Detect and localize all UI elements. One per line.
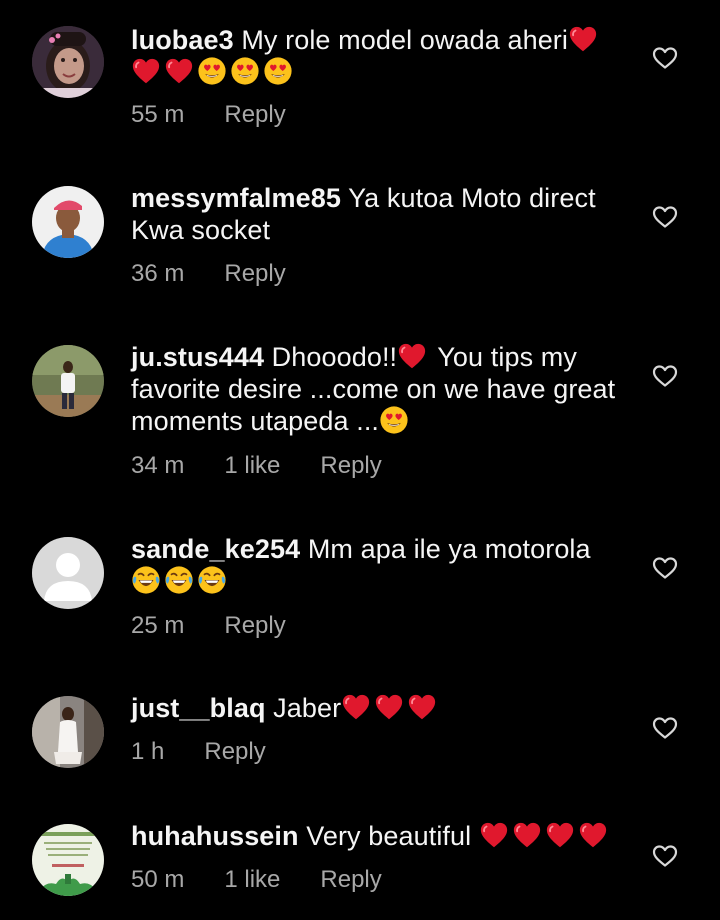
comment-timestamp: 34 m bbox=[131, 452, 185, 479]
comment-body: Mm apa ile ya motorola bbox=[300, 534, 591, 564]
like-count[interactable]: 1 like bbox=[224, 866, 280, 894]
comment-meta: 50 m 1 like Reply bbox=[131, 866, 382, 894]
red-heart-emoji bbox=[374, 692, 404, 722]
like-heart-icon[interactable] bbox=[652, 844, 678, 868]
reply-button[interactable]: Reply bbox=[224, 612, 285, 640]
avatar[interactable] bbox=[32, 26, 104, 98]
like-heart-icon[interactable] bbox=[652, 716, 678, 740]
reply-button[interactable]: Reply bbox=[224, 101, 285, 129]
tears-of-joy-emoji bbox=[164, 565, 194, 595]
reply-button[interactable]: Reply bbox=[320, 866, 381, 894]
comment-meta: 55 m Reply bbox=[131, 101, 286, 129]
like-heart-icon[interactable] bbox=[652, 46, 678, 70]
tears-of-joy-emoji bbox=[131, 565, 161, 595]
heart-eyes-emoji bbox=[230, 56, 260, 86]
red-heart-emoji bbox=[512, 820, 542, 850]
comment-username[interactable]: ju.stus444 bbox=[131, 342, 264, 372]
comment-meta: 34 m 1 like Reply bbox=[131, 452, 382, 480]
red-heart-emoji bbox=[131, 56, 161, 86]
avatar[interactable] bbox=[32, 537, 104, 609]
comment-text: ju.stus444 Dhooodo!! You tips my favorit… bbox=[131, 341, 631, 437]
comment-text: messymfalme85 Ya kutoa Moto direct Kwa s… bbox=[131, 182, 631, 246]
comment-meta: 1 h Reply bbox=[131, 738, 266, 766]
comment-timestamp: 25 m bbox=[131, 612, 185, 639]
comment-username[interactable]: huhahussein bbox=[131, 821, 299, 851]
comment-meta: 36 m Reply bbox=[131, 260, 286, 288]
reply-button[interactable]: Reply bbox=[320, 452, 381, 480]
like-heart-icon[interactable] bbox=[652, 364, 678, 388]
heart-eyes-emoji bbox=[263, 56, 293, 86]
reply-button[interactable]: Reply bbox=[204, 738, 265, 766]
like-count[interactable]: 1 like bbox=[224, 452, 280, 480]
comment-meta: 25 m Reply bbox=[131, 612, 286, 640]
comment-text: huhahussein Very beautiful bbox=[131, 820, 631, 852]
heart-eyes-emoji bbox=[197, 56, 227, 86]
red-heart-emoji bbox=[397, 341, 427, 371]
like-heart-icon[interactable] bbox=[652, 205, 678, 229]
comment-username[interactable]: luobae3 bbox=[131, 25, 234, 55]
comment-body: Dhooodo!! bbox=[264, 342, 398, 372]
comment-body: Jaber bbox=[265, 693, 342, 723]
comment-body: My role model owada aheri bbox=[233, 25, 568, 55]
comment-timestamp: 1 h bbox=[131, 738, 165, 765]
avatar[interactable] bbox=[32, 345, 104, 417]
red-heart-emoji bbox=[479, 820, 509, 850]
comment-username[interactable]: sande_ke254 bbox=[131, 534, 300, 564]
red-heart-emoji bbox=[341, 692, 371, 722]
comment-timestamp: 36 m bbox=[131, 260, 185, 287]
comment-username[interactable]: just__blaq bbox=[131, 693, 266, 723]
comment-text: sande_ke254 Mm apa ile ya motorola bbox=[131, 533, 631, 597]
like-heart-icon[interactable] bbox=[652, 556, 678, 580]
comment-text: just__blaq Jaber bbox=[131, 692, 631, 724]
red-heart-emoji bbox=[407, 692, 437, 722]
heart-eyes-emoji bbox=[379, 405, 409, 435]
avatar[interactable] bbox=[32, 696, 104, 768]
comment-timestamp: 55 m bbox=[131, 101, 185, 128]
red-heart-emoji bbox=[568, 24, 598, 54]
reply-button[interactable]: Reply bbox=[224, 260, 285, 288]
red-heart-emoji bbox=[164, 56, 194, 86]
avatar[interactable] bbox=[32, 824, 104, 896]
comment-body: Very beautiful bbox=[298, 821, 479, 851]
red-heart-emoji bbox=[545, 820, 575, 850]
red-heart-emoji bbox=[578, 820, 608, 850]
comment-timestamp: 50 m bbox=[131, 866, 185, 893]
comment-username[interactable]: messymfalme85 bbox=[131, 183, 341, 213]
tears-of-joy-emoji bbox=[197, 565, 227, 595]
comment-text: luobae3 My role model owada aheri bbox=[131, 24, 631, 88]
avatar[interactable] bbox=[32, 186, 104, 258]
